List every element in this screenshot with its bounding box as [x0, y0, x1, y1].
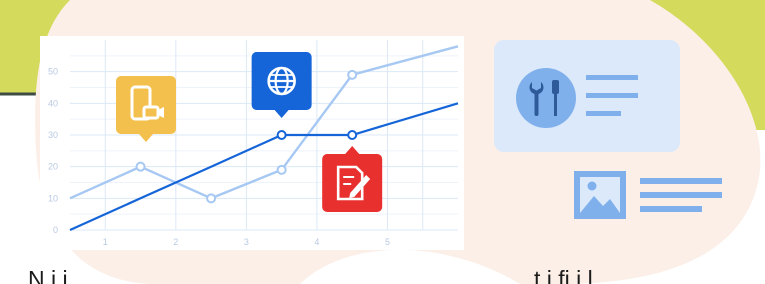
bottom-text-right: t i fi i l [534, 266, 593, 284]
data-point-dark [347, 130, 358, 140]
data-point-light [276, 164, 287, 175]
x-tick-label: 3 [244, 237, 249, 247]
bottom-text-left: N i i [28, 266, 68, 284]
image-card [574, 171, 722, 219]
data-point-light [206, 193, 217, 204]
line-chart: 0 10 20 30 40 50 1 2 3 4 5 [48, 40, 459, 247]
tools-card [494, 40, 680, 152]
y-tick-label: 10 [48, 193, 58, 203]
tools-icon [516, 68, 576, 128]
chart-panel: 0 10 20 30 40 50 1 2 3 4 5 [40, 36, 464, 250]
tools-card-text-lines [586, 75, 638, 116]
image-icon [574, 171, 626, 219]
data-point-light [347, 69, 358, 80]
x-tick-label: 4 [314, 237, 319, 247]
bottom-cutoff-text: N i i t i fi i l [0, 262, 765, 284]
globe-icon [251, 52, 312, 118]
y-tick-label: 40 [48, 98, 58, 108]
y-tick-label: 0 [53, 225, 58, 235]
y-tick-label: 20 [48, 162, 58, 172]
x-tick-label: 1 [103, 237, 108, 247]
y-tick-label: 50 [48, 67, 58, 77]
image-card-text-lines [640, 178, 722, 212]
x-tick-label: 2 [173, 237, 178, 247]
x-tick-label: 5 [385, 237, 390, 247]
y-tick-label: 30 [48, 130, 58, 140]
tools-card-content [516, 68, 638, 128]
mobile-video-icon [116, 76, 176, 142]
data-point-dark [276, 130, 287, 140]
illustration-stage: 0 10 20 30 40 50 1 2 3 4 5 N i i t i fi … [0, 0, 765, 284]
data-point-light [135, 161, 146, 172]
edit-document-icon [322, 146, 383, 212]
